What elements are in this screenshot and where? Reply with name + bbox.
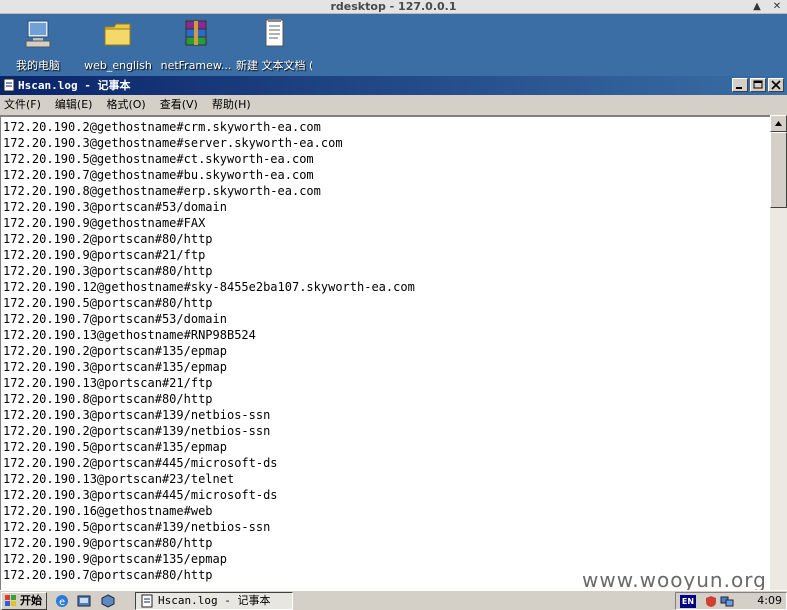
text-line: 172.20.190.3@portscan#135/epmap — [3, 360, 227, 374]
notepad-icon — [3, 78, 15, 92]
clock: 4:09 — [757, 594, 782, 607]
notepad-titlebar[interactable]: Hscan.log - 记事本 — [0, 76, 787, 95]
text-line: 172.20.190.5@gethostname#ct.skyworth-ea.… — [3, 152, 314, 166]
text-line: 172.20.190.5@portscan#135/epmap — [3, 440, 227, 454]
menu-format[interactable]: 格式(O) — [106, 95, 145, 115]
scroll-thumb[interactable] — [770, 132, 787, 208]
rdesktop-title: rdesktop - 127.0.0.1 — [330, 0, 457, 13]
quick-launch-app-icon[interactable] — [100, 594, 116, 608]
vertical-scrollbar[interactable] — [770, 115, 787, 590]
text-line: 172.20.190.7@gethostname#bu.skyworth-ea.… — [3, 168, 314, 182]
text-line: 172.20.190.12@gethostname#sky-8455e2ba10… — [3, 280, 415, 294]
close-icon[interactable]: ✕ — [771, 1, 783, 13]
text-line: 172.20.190.3@gethostname#server.skyworth… — [3, 136, 343, 150]
shield-icon[interactable] — [704, 595, 718, 608]
text-line: 172.20.190.9@portscan#135/epmap — [3, 552, 227, 566]
text-line: 172.20.190.3@portscan#445/microsoft-ds — [3, 488, 278, 502]
taskbar-item-notepad[interactable]: Hscan.log - 记事本 — [135, 592, 293, 610]
desktop-icon-label: 我的电脑 — [16, 60, 60, 72]
text-line: 172.20.190.8@portscan#80/http — [3, 392, 213, 406]
winrar-archive-icon — [185, 20, 207, 46]
screen: rdesktop - 127.0.0.1 ▲ ✕ 我的电脑 web_englis… — [0, 0, 787, 610]
desktop-icon-netframework[interactable]: netFramew... — [158, 18, 234, 72]
windows-logo-icon — [5, 595, 16, 606]
show-desktop-icon[interactable] — [76, 594, 92, 608]
notepad-window: Hscan.log - 记事本 文件(F) 编辑(E) 格式(O) 查看(V) … — [0, 76, 787, 590]
text-line: 172.20.190.2@portscan#80/http — [3, 232, 213, 246]
svg-text:e: e — [59, 597, 65, 608]
text-line: 172.20.190.5@portscan#139/netbios-ssn — [3, 520, 271, 534]
maximize-icon — [753, 80, 763, 89]
text-line: 172.20.190.13@portscan#21/ftp — [3, 376, 213, 390]
menu-bar: 文件(F) 编辑(E) 格式(O) 查看(V) 帮助(H) — [0, 95, 787, 115]
my-computer-icon — [25, 20, 51, 48]
close-icon — [771, 80, 781, 90]
text-line: 172.20.190.9@gethostname#FAX — [3, 216, 206, 230]
menu-view[interactable]: 查看(V) — [160, 95, 198, 115]
menu-file[interactable]: 文件(F) — [4, 95, 41, 115]
text-line: 172.20.190.3@portscan#139/netbios-ssn — [3, 408, 271, 422]
network-icon[interactable] — [720, 595, 734, 608]
scroll-up-button[interactable] — [770, 115, 787, 132]
text-line: 172.20.190.2@gethostname#crm.skyworth-ea… — [3, 120, 321, 134]
window-title: Hscan.log - 记事本 — [18, 79, 131, 92]
taskbar-item-label: Hscan.log - 记事本 — [158, 594, 271, 607]
text-line: 172.20.190.13@portscan#23/telnet — [3, 472, 235, 486]
desktop-icon-my-computer[interactable]: 我的电脑 — [0, 18, 76, 72]
start-label: 开始 — [20, 594, 42, 607]
maximize-button[interactable] — [750, 78, 766, 92]
text-line: 172.20.190.9@portscan#21/ftp — [3, 248, 206, 262]
text-line: 172.20.190.3@portscan#80/http — [3, 264, 213, 278]
rdesktop-titlebar[interactable]: rdesktop - 127.0.0.1 ▲ ✕ — [0, 0, 787, 14]
text-document-icon — [265, 19, 284, 47]
text-line: 172.20.190.13@gethostname#RNP98B524 — [3, 328, 256, 342]
text-line: 172.20.190.16@gethostname#web — [3, 504, 213, 518]
desktop-icon-new-text-doc[interactable]: 新建 文本文档 (3).txt — [236, 18, 312, 72]
text-line: 172.20.190.2@portscan#445/microsoft-ds — [3, 456, 278, 470]
menu-edit[interactable]: 编辑(E) — [55, 95, 93, 115]
taskbar: 开始 e Hscan.log - 记事本 EN 4:09 — [0, 590, 787, 610]
watermark: www.wooyun.org — [582, 568, 767, 592]
desktop-icon-label: 新建 文本文档 (3).txt — [236, 60, 312, 72]
desktop: 我的电脑 web_english netFramew... 新建 文本文档 — [0, 14, 787, 76]
start-button[interactable]: 开始 — [1, 592, 47, 610]
rdesktop-controls: ▲ ✕ — [751, 0, 783, 14]
desktop-icon-label: netFramew... — [160, 60, 232, 72]
arrow-up-icon — [775, 121, 782, 126]
text-line: 172.20.190.5@portscan#80/http — [3, 296, 213, 310]
desktop-icon-web-english[interactable]: web_english — [80, 18, 156, 72]
text-content: 172.20.190.2@gethostname#crm.skyworth-ea… — [1, 117, 770, 583]
close-button[interactable] — [768, 78, 784, 92]
notepad-icon — [141, 594, 153, 608]
minimize-icon — [736, 87, 742, 89]
text-line: 172.20.190.9@portscan#80/http — [3, 536, 213, 550]
language-indicator[interactable]: EN — [680, 595, 696, 608]
text-line: 172.20.190.7@portscan#53/domain — [3, 312, 227, 326]
minimize-button[interactable] — [732, 78, 748, 92]
maximize-icon[interactable]: ▲ — [751, 1, 763, 13]
text-line: 172.20.190.8@gethostname#erp.skyworth-ea… — [3, 184, 321, 198]
system-tray: EN 4:09 — [675, 592, 787, 610]
text-editor[interactable]: 172.20.190.2@gethostname#crm.skyworth-ea… — [0, 115, 770, 590]
internet-explorer-icon[interactable]: e — [54, 594, 70, 608]
text-line: 172.20.190.3@portscan#53/domain — [3, 200, 227, 214]
text-line: 172.20.190.2@portscan#135/epmap — [3, 344, 227, 358]
folder-icon — [104, 23, 131, 46]
window-controls — [732, 78, 784, 92]
menu-help[interactable]: 帮助(H) — [212, 95, 251, 115]
text-line: 172.20.190.2@portscan#139/netbios-ssn — [3, 424, 271, 438]
desktop-icon-label: web_english — [84, 60, 152, 72]
